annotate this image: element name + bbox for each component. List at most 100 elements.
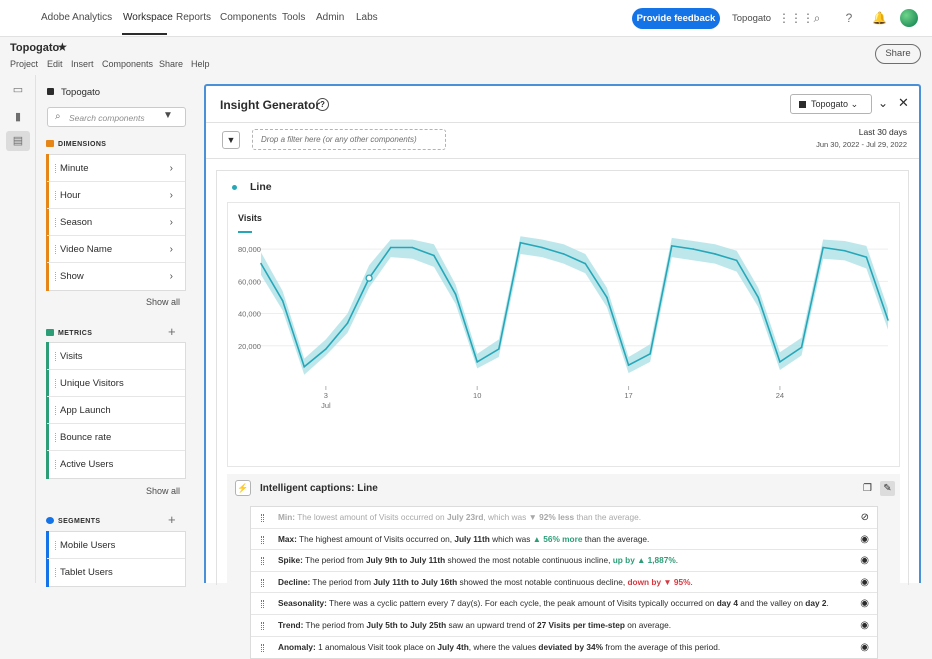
favorite-star-icon[interactable]: ★ — [57, 40, 68, 54]
metric-item[interactable]: Bounce rate — [47, 424, 185, 451]
edit-icon[interactable]: ✎ — [880, 481, 895, 496]
date-range[interactable]: Last 30 days Jun 30, 2022 - Jul 29, 2022 — [816, 127, 907, 149]
segment-item[interactable]: Tablet Users — [47, 559, 185, 586]
chevron-right-icon[interactable]: › — [170, 236, 173, 263]
project-title[interactable]: Topogato — [10, 42, 59, 54]
caption-row[interactable]: Min: The lowest amount of Visits occurre… — [251, 507, 877, 529]
share-button[interactable]: Share — [875, 44, 921, 64]
nav-workspace[interactable]: Workspace — [123, 12, 173, 23]
y-tick-label: 60,000 — [238, 277, 261, 286]
chevron-right-icon[interactable]: › — [170, 263, 173, 290]
components-icon[interactable]: ▤ — [6, 131, 30, 151]
filter-icon[interactable]: ▼ — [163, 110, 173, 121]
x-tick-sublabel: Jul — [321, 401, 331, 410]
add-segment-icon[interactable]: + — [168, 512, 176, 527]
data-point — [476, 361, 479, 363]
visualizations-icon[interactable]: ▮ — [11, 111, 25, 123]
dimension-item[interactable]: Video Name › — [47, 236, 185, 263]
dimensions-show-all[interactable]: Show all — [146, 297, 180, 307]
eye-icon[interactable]: ◉ — [860, 637, 869, 658]
caption-text: The period from — [310, 576, 374, 587]
nav-reports[interactable]: Reports — [176, 12, 211, 23]
dimension-item[interactable]: Minute › — [47, 155, 185, 182]
menu-edit[interactable]: Edit — [47, 59, 63, 69]
notification-bell-icon[interactable]: 🔔 — [872, 11, 887, 25]
data-point — [779, 361, 781, 363]
y-tick-label: 40,000 — [238, 310, 261, 319]
metric-item[interactable]: Active Users — [47, 451, 185, 478]
menu-insert[interactable]: Insert — [71, 59, 94, 69]
captions-title: Intelligent captions: Line — [260, 483, 378, 494]
metrics-show-all[interactable]: Show all — [146, 486, 180, 496]
hidden-eye-icon[interactable]: ⊘ — [861, 507, 869, 528]
drag-handle-icon[interactable] — [261, 621, 264, 630]
close-icon[interactable]: ✕ — [898, 95, 909, 111]
search-icon[interactable]: ⌕ — [810, 11, 824, 25]
copy-icon[interactable]: ❐ — [860, 481, 875, 496]
eye-icon[interactable]: ◉ — [860, 529, 869, 550]
drag-handle-icon[interactable] — [261, 514, 264, 522]
report-suite-icon — [799, 101, 806, 108]
org-switcher[interactable]: Topogato — [732, 13, 771, 24]
caption-label: Anomaly: — [278, 641, 316, 652]
chart-area: Visits 80,000 60,000 40,000 20,000 3 Jul 10 17 2… — [227, 202, 900, 467]
dimension-item[interactable]: Show › — [47, 263, 185, 290]
report-suite-name[interactable]: Topogato — [61, 87, 100, 98]
add-metric-icon[interactable]: + — [168, 324, 176, 339]
metric-item[interactable]: App Launch — [47, 397, 185, 424]
nav-labs[interactable]: Labs — [356, 12, 378, 23]
chevron-right-icon[interactable]: › — [170, 155, 173, 182]
chevron-right-icon[interactable]: › — [170, 182, 173, 209]
panels-icon[interactable]: ▭ — [11, 84, 25, 96]
data-point — [433, 254, 435, 257]
app-name[interactable]: Adobe Analytics — [41, 12, 112, 23]
eye-icon[interactable]: ◉ — [860, 550, 869, 571]
caption-row[interactable]: Spike: The period from July 9th to July … — [251, 550, 877, 572]
eye-icon[interactable]: ◉ — [860, 572, 869, 593]
nav-admin[interactable]: Admin — [316, 12, 344, 23]
data-point — [325, 348, 327, 350]
segment-item[interactable]: Mobile Users — [47, 532, 185, 559]
user-avatar[interactable] — [900, 9, 918, 27]
provide-feedback-button[interactable]: Provide feedback — [632, 8, 720, 29]
dimension-item[interactable]: Hour › — [47, 182, 185, 209]
caption-row[interactable]: Trend: The period from July 5th to July … — [251, 615, 877, 637]
filter-dropzone[interactable]: Drop a filter here (or any other compone… — [252, 129, 446, 150]
help-icon[interactable]: ? — [316, 98, 329, 111]
caption-delta: 27 Visits per time-step — [537, 619, 625, 630]
project-bar: Topogato ★ Project Edit Insert Component… — [0, 37, 932, 75]
collapse-chevron-icon[interactable]: ⌄ — [878, 96, 888, 110]
metric-item[interactable]: Visits — [47, 343, 185, 370]
panel-title: Insight Generator — [220, 98, 321, 112]
menu-project[interactable]: Project — [10, 59, 38, 69]
caption-label: Spike: — [278, 555, 303, 566]
drag-handle-icon[interactable] — [261, 600, 264, 609]
metric-item[interactable]: Unique Visitors — [47, 370, 185, 397]
insight-generator-panel: Insight Generator ? Topogato ⌄ ⌄ ✕ ▼ Dro… — [204, 84, 921, 659]
caption-row[interactable]: Anomaly: 1 anomalous Visit took place on… — [251, 637, 877, 659]
line-chart[interactable]: 80,000 60,000 40,000 20,000 3Jul 10 17 24 — [228, 203, 901, 468]
caption-row[interactable]: Max: The highest amount of Visits occurr… — [251, 529, 877, 551]
drag-handle-icon[interactable] — [261, 643, 264, 652]
eye-icon[interactable]: ◉ — [860, 593, 869, 614]
viz-title[interactable]: Line — [250, 181, 272, 193]
caption-text: showed the most notable continuous incli… — [445, 555, 613, 566]
report-suite-dropdown[interactable]: Topogato ⌄ — [790, 94, 872, 114]
nav-tools[interactable]: Tools — [282, 12, 305, 23]
app-grid-icon[interactable]: ⋮⋮⋮ — [778, 11, 814, 25]
segments-header: SEGMENTS — [46, 517, 100, 525]
caption-row[interactable]: Seasonality: There was a cyclic pattern … — [251, 593, 877, 615]
nav-components[interactable]: Components — [220, 12, 277, 23]
data-point — [887, 319, 889, 321]
help-icon[interactable]: ? — [842, 11, 856, 25]
menu-share[interactable]: Share — [159, 59, 183, 69]
filter-panel-icon[interactable]: ▼ — [222, 131, 240, 149]
chevron-right-icon[interactable]: › — [170, 209, 173, 236]
eye-icon[interactable]: ◉ — [860, 615, 869, 636]
menu-help[interactable]: Help — [191, 59, 210, 69]
drag-handle-icon[interactable] — [261, 535, 264, 544]
dimension-item[interactable]: Season › — [47, 209, 185, 236]
menu-components[interactable]: Components — [102, 59, 153, 69]
drag-handle-icon[interactable] — [261, 557, 264, 566]
caption-text: than the average. — [582, 533, 650, 544]
